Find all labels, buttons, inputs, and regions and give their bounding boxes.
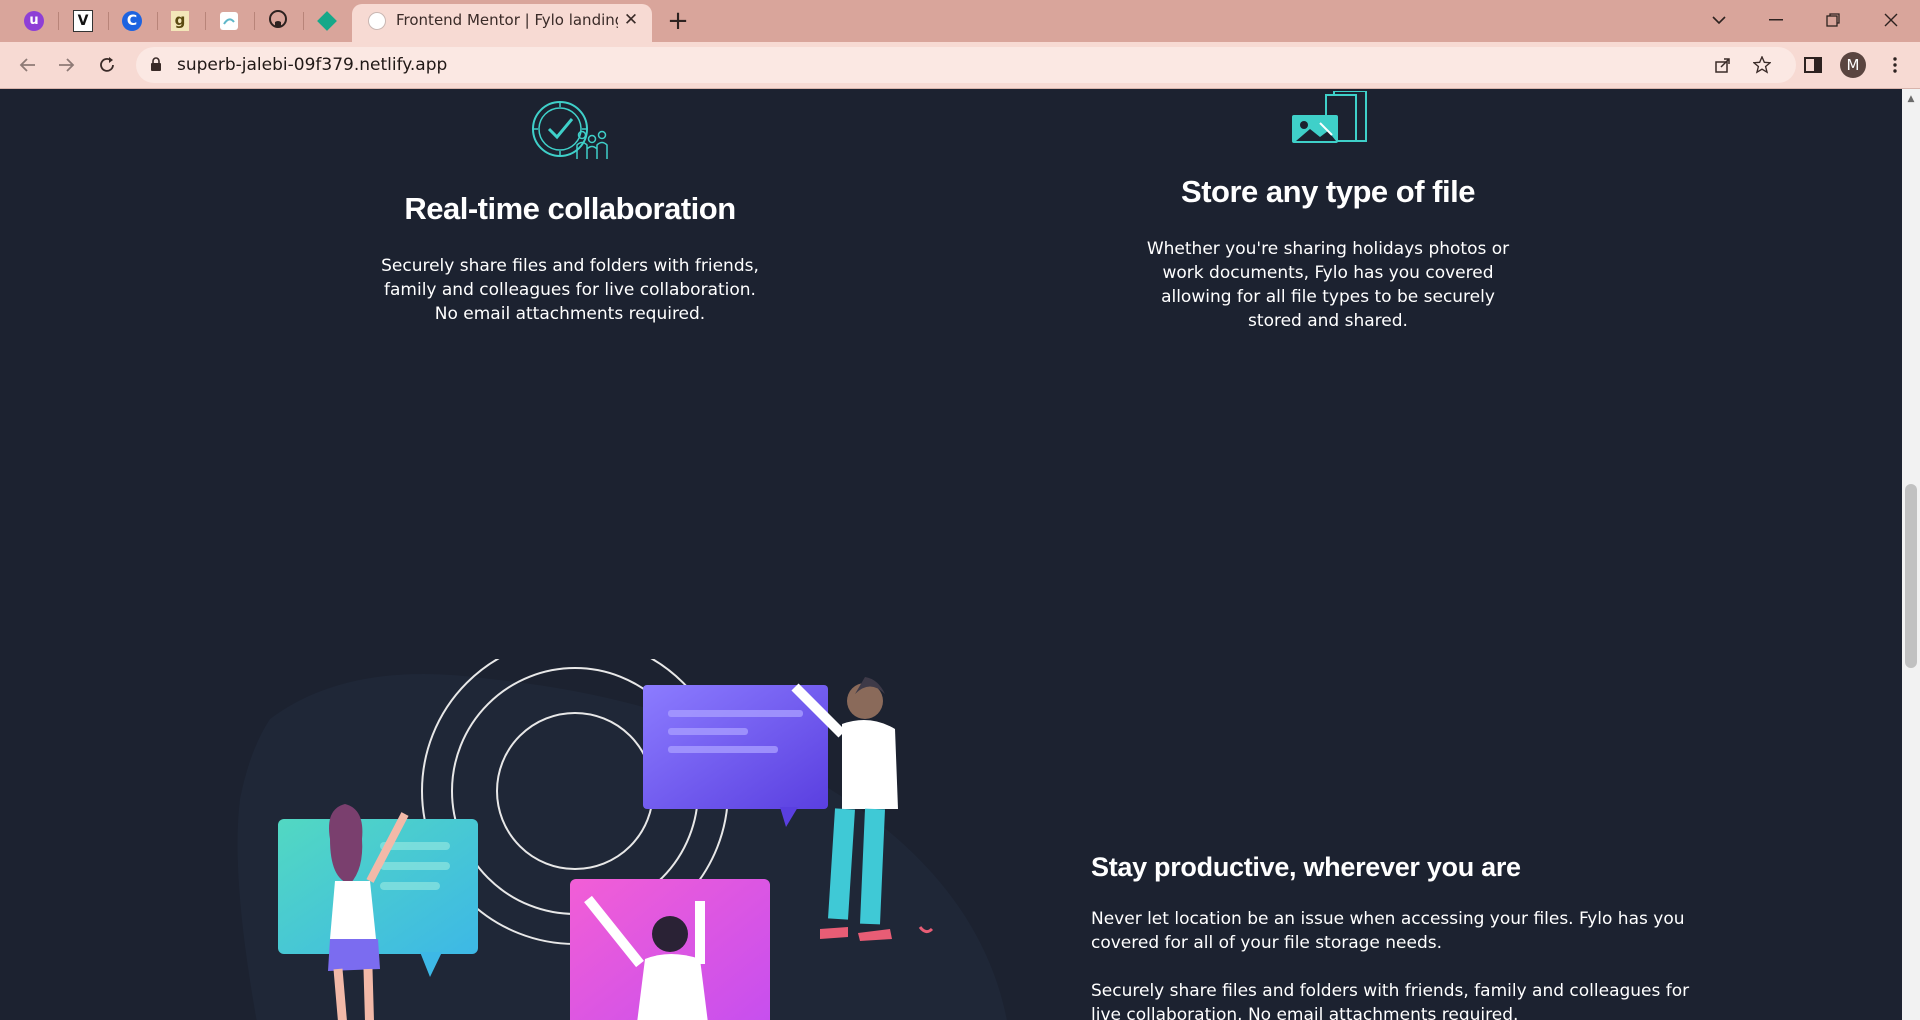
pinned-tab-7[interactable] <box>313 8 341 34</box>
back-arrow-icon[interactable] <box>12 50 42 80</box>
scroll-up-arrow-icon[interactable]: ▲ <box>1905 94 1917 104</box>
minimize-icon[interactable] <box>1753 4 1799 36</box>
diamond-icon <box>317 11 337 31</box>
pinned-tab-2[interactable]: V <box>69 8 97 34</box>
tab-close-icon[interactable]: ✕ <box>622 10 640 30</box>
page-viewport: Real-time collaboration Securely share f… <box>0 89 1902 1020</box>
stay-productive-illustration <box>230 637 1010 1020</box>
feature-text-store-files: Whether you're sharing holidays photos o… <box>1146 239 1510 331</box>
side-panel-icon[interactable] <box>1798 50 1828 80</box>
restore-icon[interactable] <box>1810 4 1856 36</box>
scrollbar-thumb[interactable] <box>1905 484 1917 668</box>
new-tab-button[interactable]: + <box>665 6 691 36</box>
tab-separator <box>303 12 304 30</box>
tab-separator <box>254 12 255 30</box>
profile-avatar[interactable]: M <box>1840 52 1866 78</box>
v-icon: V <box>73 10 93 32</box>
pinned-tab-5[interactable] <box>215 8 243 34</box>
tab-separator <box>205 12 206 30</box>
productive-title: Stay productive, wherever you are <box>1091 852 1521 882</box>
bookmark-star-icon[interactable] <box>1747 50 1777 80</box>
pinned-tab-3[interactable]: C <box>118 8 146 34</box>
store-files-icon <box>1290 90 1370 151</box>
productive-paragraph-2: Securely share files and folders with fr… <box>1091 981 1690 1020</box>
g-icon: g <box>171 11 189 31</box>
reload-icon[interactable] <box>92 50 122 80</box>
tab-separator <box>58 12 59 30</box>
feature-title-store-files: Store any type of file <box>1181 174 1475 209</box>
tab-separator <box>157 12 158 30</box>
pinned-tab-1[interactable]: u <box>20 8 48 34</box>
c-icon: C <box>122 11 142 31</box>
lock-icon <box>150 57 162 76</box>
tab-separator <box>108 12 109 30</box>
feature-title-collaboration: Real-time collaboration <box>404 191 736 226</box>
forward-arrow-icon[interactable] <box>52 50 82 80</box>
url-text[interactable]: superb-jalebi-09f379.netlify.app <box>177 55 447 75</box>
productive-paragraph-1: Never let location be an issue when acce… <box>1091 909 1685 953</box>
pinned-tab-4[interactable]: g <box>166 8 194 34</box>
tab-favicon-icon <box>368 12 386 30</box>
pinned-tab-6[interactable] <box>264 8 292 34</box>
more-menu-icon[interactable] <box>1880 50 1910 80</box>
github-icon <box>268 9 288 33</box>
u-icon: u <box>24 11 44 31</box>
fylo-icon <box>220 12 238 30</box>
tab-search-icon[interactable] <box>1696 4 1742 36</box>
share-icon[interactable] <box>1708 50 1738 80</box>
collaboration-icon <box>530 99 610 167</box>
close-window-icon[interactable] <box>1868 4 1914 36</box>
feature-text-collaboration: Securely share files and folders with fr… <box>381 256 759 324</box>
tab-title: Frontend Mentor | Fylo landing p <box>396 11 618 29</box>
